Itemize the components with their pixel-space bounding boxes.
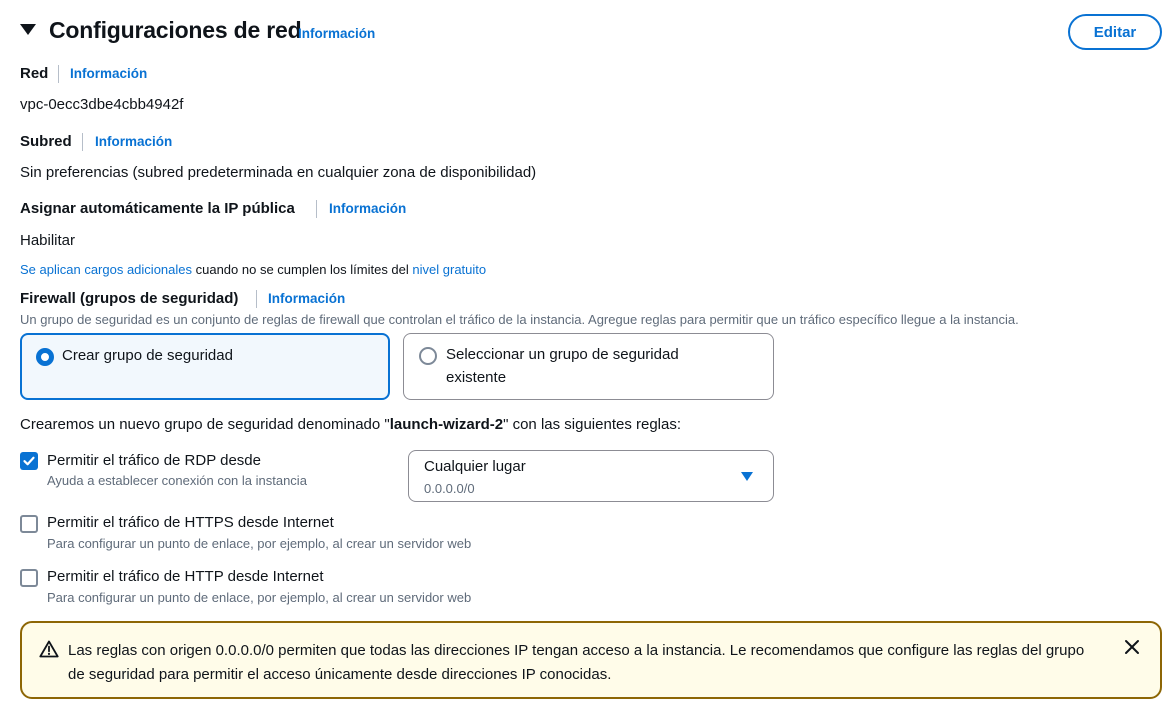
additional-charges-link[interactable]: Se aplican cargos adicionales	[20, 262, 192, 277]
firewall-label: Firewall (grupos de seguridad)	[20, 290, 239, 307]
divider	[58, 65, 59, 83]
select-existing-label-line2: existente	[446, 369, 507, 386]
public-ip-info-link[interactable]: Información	[329, 201, 406, 216]
rdp-rule-label: Permitir el tráfico de RDP desde	[47, 452, 261, 469]
select-existing-security-group-option[interactable]: Seleccionar un grupo de seguridad existe…	[403, 333, 774, 400]
create-security-group-option[interactable]: Crear grupo de seguridad	[20, 333, 390, 400]
new-group-prefix: Crearemos un nuevo grupo de seguridad de…	[20, 416, 390, 433]
divider	[316, 200, 317, 218]
radio-unselected-icon[interactable]	[419, 347, 437, 365]
charges-note: Se aplican cargos adicionales cuando no …	[20, 262, 486, 277]
edit-button[interactable]: Editar	[1068, 14, 1162, 50]
firewall-info-link[interactable]: Información	[268, 291, 345, 306]
rdp-source-selected: Cualquier lugar	[424, 458, 526, 475]
rdp-rule-description: Ayuda a establecer conexión con la insta…	[47, 473, 307, 488]
warning-icon	[39, 640, 59, 658]
new-group-name: launch-wizard-2	[389, 416, 504, 433]
subnet-value: Sin preferencias (subred predeterminada …	[20, 164, 537, 181]
http-rule-description: Para configurar un punto de enlace, por …	[47, 590, 472, 605]
firewall-description: Un grupo de seguridad es un conjunto de …	[20, 312, 1019, 327]
section-title: Configuraciones de red	[49, 17, 302, 43]
https-checkbox[interactable]	[20, 515, 38, 533]
close-icon[interactable]	[1124, 639, 1140, 655]
https-rule-label: Permitir el tráfico de HTTPS desde Inter…	[47, 514, 334, 531]
collapse-caret-icon[interactable]	[20, 24, 36, 35]
new-group-text: Crearemos un nuevo grupo de seguridad de…	[20, 416, 681, 433]
network-label: Red	[20, 65, 49, 82]
radio-selected-icon[interactable]	[36, 348, 54, 366]
checkmark-icon	[23, 456, 35, 466]
divider	[256, 290, 257, 308]
public-ip-value: Habilitar	[20, 232, 76, 249]
http-checkbox[interactable]	[20, 569, 38, 587]
https-rule-description: Para configurar un punto de enlace, por …	[47, 536, 472, 551]
charges-note-text: cuando no se cumplen los límites del	[192, 262, 413, 277]
free-tier-link[interactable]: nivel gratuito	[412, 262, 486, 277]
warning-text: Las reglas con origen 0.0.0.0/0 permiten…	[68, 642, 1085, 683]
public-ip-label: Asignar automáticamente la IP pública	[20, 200, 295, 217]
rdp-source-cidr: 0.0.0.0/0	[424, 481, 475, 496]
warning-alert: Las reglas con origen 0.0.0.0/0 permiten…	[20, 621, 1162, 699]
rdp-checkbox[interactable]	[20, 452, 38, 470]
caret-down-icon	[741, 472, 753, 481]
divider	[82, 133, 83, 151]
network-value: vpc-0ecc3dbe4cbb4942f	[20, 96, 184, 113]
http-rule-label: Permitir el tráfico de HTTP desde Intern…	[47, 568, 324, 585]
rdp-source-select[interactable]: Cualquier lugar 0.0.0.0/0	[408, 450, 774, 502]
create-security-group-label: Crear grupo de seguridad	[62, 347, 233, 364]
subnet-label: Subred	[20, 133, 72, 150]
new-group-suffix: " con las siguientes reglas:	[503, 416, 682, 433]
section-info-link[interactable]: Información	[298, 26, 375, 41]
network-info-link[interactable]: Información	[70, 66, 147, 81]
subnet-info-link[interactable]: Información	[95, 134, 172, 149]
select-existing-label-line1: Seleccionar un grupo de seguridad	[446, 346, 679, 363]
